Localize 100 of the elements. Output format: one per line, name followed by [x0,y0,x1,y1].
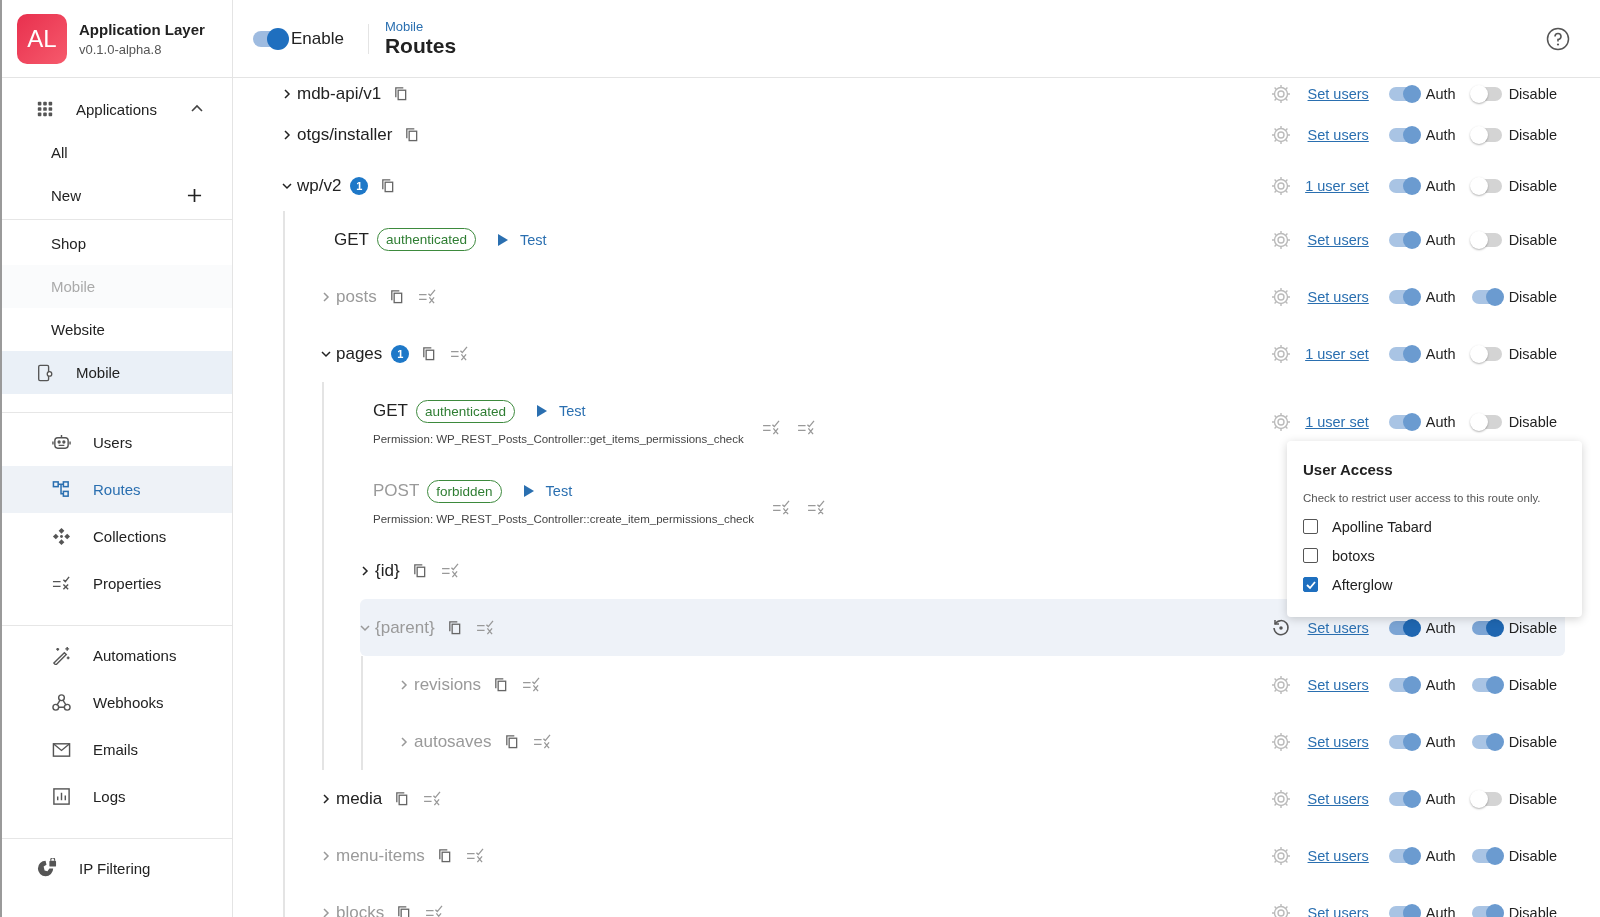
copy-icon[interactable] [396,905,412,917]
app-item[interactable]: Shop [2,222,232,265]
menu-item[interactable]: All [2,131,232,174]
disable-toggle[interactable]: Disable [1471,619,1557,636]
test-button[interactable]: Test [537,401,586,421]
route-name[interactable]: mdb-api/v1 [297,83,382,104]
filter-check-icon[interactable] [417,289,437,304]
gear-icon[interactable] [1270,845,1291,866]
menu-item[interactable]: New [2,174,232,217]
copy-icon[interactable] [493,677,509,692]
copy-icon[interactable] [388,289,404,304]
user-checkbox[interactable]: Apolline Tabard [1303,512,1566,541]
filter-check-icon[interactable] [761,419,781,435]
chevron-icon[interactable] [321,793,331,804]
filter-check-icon[interactable] [532,734,552,749]
copy-icon[interactable] [394,791,410,806]
nav-item[interactable]: Users [2,419,232,466]
users-link[interactable]: 1 user set [1302,414,1369,430]
route-name[interactable]: {id} [375,560,400,581]
filter-check-icon[interactable] [440,563,460,578]
nav-item[interactable]: Routes [2,466,232,513]
gear-icon[interactable] [1270,83,1291,104]
nav-item[interactable]: Emails [2,726,232,773]
disable-toggle[interactable]: Disable [1471,847,1557,864]
filter-check-icon[interactable] [465,848,485,863]
nav-item[interactable]: Automations [2,632,232,679]
app-item[interactable]: Website [2,308,232,351]
applications-menu[interactable]: Applications [2,87,232,131]
users-link[interactable]: Set users [1302,790,1369,807]
filter-check-icon[interactable] [522,677,542,692]
gear-icon[interactable] [1270,902,1291,917]
help-icon[interactable] [1546,26,1570,51]
route-name[interactable]: pages [336,343,383,364]
gear-icon[interactable] [1270,731,1291,752]
gear-icon[interactable] [1270,124,1291,145]
route-name[interactable]: otgs/installer [297,124,393,145]
test-button[interactable]: Test [523,481,573,501]
route-name[interactable]: wp/v2 [297,175,342,196]
auth-toggle[interactable]: Auth [1388,414,1456,430]
copy-icon[interactable] [404,127,420,142]
disable-toggle[interactable]: Disable [1471,414,1557,430]
nav-item[interactable]: IP Filtering [2,845,232,892]
gear-icon[interactable] [1270,412,1291,432]
chevron-icon[interactable] [282,180,292,191]
app-item[interactable]: Mobile [2,351,232,394]
auth-toggle[interactable]: Auth [1388,126,1456,143]
users-link[interactable]: Set users [1302,231,1369,248]
chevron-icon[interactable] [282,129,292,140]
disable-toggle[interactable]: Disable [1471,904,1557,917]
nav-item[interactable]: Webhooks [2,679,232,726]
chevron-icon[interactable] [321,348,331,359]
test-button[interactable]: Test [498,229,547,250]
users-link[interactable]: Set users [1302,847,1369,864]
copy-icon[interactable] [411,563,427,578]
disable-toggle[interactable]: Disable [1471,288,1557,305]
auth-toggle[interactable]: Auth [1388,345,1456,362]
users-link[interactable]: Set users [1302,85,1369,102]
filter-check-icon[interactable] [806,499,826,515]
history-icon[interactable] [1270,617,1291,638]
users-link[interactable]: Set users [1302,288,1369,305]
auth-toggle[interactable]: Auth [1388,231,1456,248]
user-checkbox[interactable]: Afterglow [1303,570,1566,599]
auth-toggle[interactable]: Auth [1388,288,1456,305]
auth-toggle[interactable]: Auth [1388,177,1456,194]
gear-icon[interactable] [1270,229,1291,250]
disable-toggle[interactable]: Disable [1471,126,1557,143]
copy-icon[interactable] [436,848,452,863]
disable-toggle[interactable]: Disable [1471,177,1557,194]
enable-toggle[interactable]: Enable [253,28,344,49]
disable-toggle[interactable]: Disable [1471,85,1557,102]
copy-icon[interactable] [503,734,519,749]
route-name[interactable]: media [336,788,383,809]
copy-icon[interactable] [446,620,462,635]
breadcrumb-link[interactable]: Mobile [384,19,1546,34]
nav-item[interactable]: Properties [2,560,232,607]
auth-toggle[interactable]: Auth [1388,733,1456,750]
users-link[interactable]: 1 user set [1302,177,1369,194]
disable-toggle[interactable]: Disable [1471,676,1557,693]
filter-check-icon[interactable] [796,419,816,435]
chevron-icon[interactable] [360,565,370,576]
auth-toggle[interactable]: Auth [1388,676,1456,693]
gear-icon[interactable] [1270,343,1291,364]
users-link[interactable]: Set users [1302,619,1369,636]
filter-check-icon[interactable] [450,346,470,361]
auth-toggle[interactable]: Auth [1388,790,1456,807]
filter-check-icon[interactable] [425,905,445,917]
chevron-icon[interactable] [282,88,292,99]
users-link[interactable]: Set users [1302,733,1369,750]
nav-item[interactable]: Collections [2,513,232,560]
users-link[interactable]: Set users [1302,126,1369,143]
filter-check-icon[interactable] [475,620,495,635]
auth-toggle[interactable]: Auth [1388,85,1456,102]
copy-icon[interactable] [393,86,409,101]
disable-toggle[interactable]: Disable [1471,231,1557,248]
auth-toggle[interactable]: Auth [1388,619,1456,636]
disable-toggle[interactable]: Disable [1471,345,1557,362]
gear-icon[interactable] [1270,788,1291,809]
auth-toggle[interactable]: Auth [1388,847,1456,864]
copy-icon[interactable] [421,346,437,361]
filter-check-icon[interactable] [423,791,443,806]
